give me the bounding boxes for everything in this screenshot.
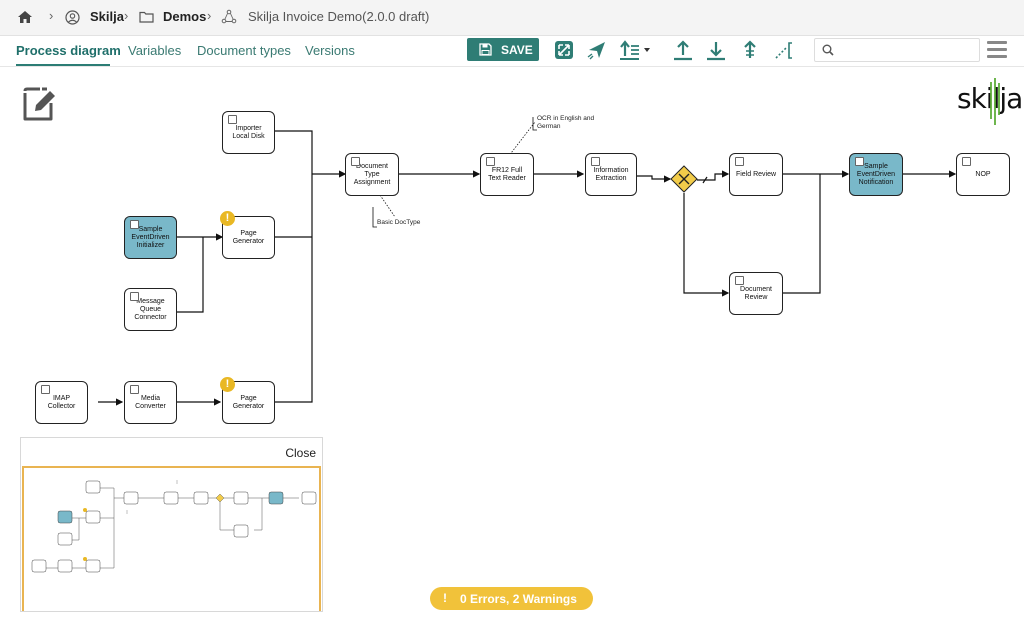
task-type-icon <box>41 385 50 394</box>
node-fr12-full-text-reader[interactable]: FR12 Full Text Reader <box>480 153 534 196</box>
validation-status-text: 0 Errors, 2 Warnings <box>460 592 577 606</box>
task-type-icon <box>735 276 744 285</box>
user-circle-icon <box>65 10 80 25</box>
home-icon[interactable] <box>17 10 33 24</box>
task-type-icon <box>228 115 237 124</box>
node-importer-local-disk[interactable]: Importer Local Disk <box>222 111 275 154</box>
node-nop[interactable]: NOP <box>956 153 1010 196</box>
download-icon[interactable] <box>705 39 727 61</box>
node-label: Sample EventDriven Notification <box>856 162 896 186</box>
node-message-queue-connector[interactable]: Message Queue Connector <box>124 288 177 331</box>
node-sample-eventdriven-notification[interactable]: Sample EventDriven Notification <box>849 153 903 196</box>
node-label: Document Review <box>740 285 772 301</box>
tab-versions[interactable]: Versions <box>305 43 355 58</box>
save-button-label: SAVE <box>501 43 533 57</box>
node-label: IMAP Collector <box>47 394 76 410</box>
move-up-icon[interactable] <box>739 39 761 61</box>
node-sample-eventdriven-initializer[interactable]: Sample EventDriven Initializer <box>124 216 177 259</box>
warning-icon: ! <box>443 591 447 605</box>
node-document-type-assignment[interactable]: Document Type Assignment <box>345 153 399 196</box>
exclusive-gateway-icon[interactable] <box>670 165 698 193</box>
node-label: Media Converter <box>135 394 166 410</box>
breadcrumb-bar: › Skilja › Demos › Skilja Invoice Demo(2… <box>0 0 1024 36</box>
node-label: Field Review <box>735 170 777 178</box>
minimap-viewport[interactable] <box>22 466 321 611</box>
warning-icon[interactable]: ! <box>220 211 235 226</box>
node-label: Page Generator <box>232 229 265 245</box>
annotation-basic-doctype[interactable]: Basic DocType <box>377 219 437 227</box>
node-label: Message Queue Connector <box>134 297 167 321</box>
node-label: NOP <box>975 170 991 178</box>
minimap-close-button[interactable]: Close <box>285 446 316 460</box>
folder-icon <box>139 11 154 23</box>
breadcrumb-skilja[interactable]: Skilja <box>90 9 124 24</box>
task-type-icon <box>735 157 744 166</box>
task-type-icon <box>855 157 864 166</box>
task-type-icon <box>486 157 495 166</box>
node-label: Document Type Assignment <box>353 162 391 186</box>
node-label: Sample EventDriven Initializer <box>131 225 170 249</box>
task-type-icon <box>351 157 360 166</box>
minimap-diagram <box>31 480 317 573</box>
import-export-dropdown-icon[interactable] <box>618 39 652 61</box>
task-type-icon <box>591 157 600 166</box>
breadcrumb-process: Skilja Invoice Demo(2.0.0 draft) <box>248 9 430 24</box>
annotation-ocr[interactable]: OCR in English and German <box>537 115 597 131</box>
node-label: FR12 Full Text Reader <box>488 166 526 182</box>
save-button[interactable]: SAVE <box>467 38 539 61</box>
upload-icon[interactable] <box>672 39 694 61</box>
node-information-extraction[interactable]: Information Extraction <box>585 153 637 196</box>
tab-process-diagram[interactable]: Process diagram <box>16 43 121 58</box>
chevron-right-icon: › <box>207 8 212 23</box>
node-label: Page Generator <box>232 394 265 410</box>
validation-status-badge[interactable]: ! 0 Errors, 2 Warnings <box>430 587 593 610</box>
search-input[interactable] <box>814 38 980 62</box>
task-type-icon <box>130 292 139 301</box>
node-label: Importer Local Disk <box>232 124 265 140</box>
floppy-disk-icon <box>479 43 492 56</box>
minimap-panel: Close <box>20 437 323 612</box>
task-type-icon <box>130 220 139 229</box>
active-tab-indicator <box>16 64 110 66</box>
task-type-icon <box>962 157 971 166</box>
node-imap-collector[interactable]: IMAP Collector <box>35 381 88 424</box>
tab-document-types[interactable]: Document types <box>197 43 291 58</box>
tab-toolbar: Process diagram Variables Document types… <box>0 36 1024 67</box>
chevron-right-icon: › <box>124 8 129 23</box>
warning-icon[interactable]: ! <box>220 377 235 392</box>
task-type-icon <box>130 385 139 394</box>
process-icon <box>221 9 237 24</box>
hamburger-menu-icon[interactable] <box>987 41 1007 59</box>
node-document-review[interactable]: Document Review <box>729 272 783 315</box>
connector-icon[interactable] <box>773 39 795 61</box>
node-field-review[interactable]: Field Review <box>729 153 783 196</box>
node-label: Information Extraction <box>593 166 629 182</box>
deploy-send-icon[interactable] <box>586 39 608 61</box>
node-media-converter[interactable]: Media Converter <box>124 381 177 424</box>
tab-variables[interactable]: Variables <box>128 43 181 58</box>
breadcrumb-demos[interactable]: Demos <box>163 9 206 24</box>
chevron-right-icon: › <box>49 8 54 23</box>
fit-to-screen-icon[interactable] <box>553 39 575 61</box>
search-icon <box>822 44 834 56</box>
